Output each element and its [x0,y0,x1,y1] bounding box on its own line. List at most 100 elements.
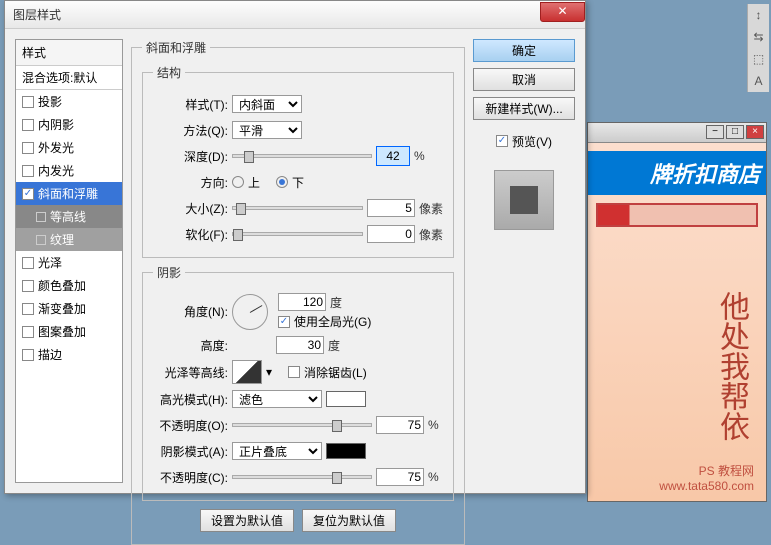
right-toolbar: ↕ ⇆ ⬚ A [747,4,769,92]
reset-default-button[interactable]: 复位为默认值 [302,509,396,532]
depth-slider[interactable] [232,154,372,158]
tool-icon-2[interactable]: ⇆ [750,30,767,44]
checkbox-icon[interactable] [22,165,34,177]
dialog-titlebar[interactable]: 图层样式 ✕ [5,1,585,29]
checkbox-icon[interactable] [22,188,34,200]
style-item-pattern-overlay[interactable]: 图案叠加 [16,320,122,343]
dialog-buttons: 确定 取消 新建样式(W)... 预览(V) [473,39,575,483]
style-item-texture[interactable]: 纹理 [16,228,122,251]
structure-legend: 结构 [153,64,185,81]
sh-opacity-input[interactable] [376,468,424,486]
direction-up-radio[interactable] [232,176,244,188]
checkbox-icon[interactable] [22,257,34,269]
soften-slider[interactable] [232,232,363,236]
altitude-input[interactable] [276,336,324,354]
size-slider[interactable] [232,206,363,210]
checkbox-icon[interactable] [22,142,34,154]
technique-label: 方法(Q): [153,122,228,139]
checkbox-icon[interactable] [22,280,34,292]
close-button[interactable]: ✕ [540,2,585,22]
style-item-outer-glow[interactable]: 外发光 [16,136,122,159]
maximize-button[interactable]: □ [726,125,744,139]
style-item-satin[interactable]: 光泽 [16,251,122,274]
style-item-stroke[interactable]: 描边 [16,343,122,366]
new-style-button[interactable]: 新建样式(W)... [473,97,575,120]
style-item-bevel[interactable]: 斜面和浮雕 [16,182,122,205]
angle-label: 角度(N): [153,303,228,320]
depth-input[interactable] [378,147,408,165]
blend-options-item[interactable]: 混合选项:默认 [16,66,122,90]
gloss-label: 光泽等高线: [153,364,228,381]
checkbox-icon[interactable] [22,303,34,315]
chevron-down-icon[interactable]: ▾ [266,365,272,379]
style-label: 样式(T): [153,96,228,113]
checkbox-icon[interactable] [22,96,34,108]
hl-opacity-unit: % [428,418,439,432]
hl-opacity-input[interactable] [376,416,424,434]
style-item-inner-shadow[interactable]: 内阴影 [16,113,122,136]
close-doc-button[interactable]: × [746,125,764,139]
sh-opacity-unit: % [428,470,439,484]
soften-unit: 像素 [419,226,443,243]
style-item-contour[interactable]: 等高线 [16,205,122,228]
preview-label: 预览(V) [512,133,552,150]
minimize-button[interactable]: − [706,125,724,139]
square-icon [36,235,46,245]
depth-label: 深度(D): [153,148,228,165]
size-label: 大小(Z): [153,200,228,217]
ok-button[interactable]: 确定 [473,39,575,62]
style-item-drop-shadow[interactable]: 投影 [16,90,122,113]
sh-color-swatch[interactable] [326,443,366,459]
document-window: − □ × 牌折扣商店 他处我帮依 PS 教程网 www.tata580.com [587,122,767,502]
checkbox-icon[interactable] [22,326,34,338]
altitude-unit: 度 [328,337,340,354]
tool-icon-1[interactable]: ↕ [750,8,767,22]
hl-mode-select[interactable]: 滤色 [232,390,322,408]
style-item-color-overlay[interactable]: 颜色叠加 [16,274,122,297]
sh-opacity-slider[interactable] [232,475,372,479]
calligraphy-text: 他处我帮依 [716,291,746,441]
checkbox-icon[interactable] [22,119,34,131]
shading-fieldset: 阴影 角度(N): 度 使用全局光(G) 高度: [142,264,454,501]
angle-input[interactable] [278,293,326,311]
tool-icon-4[interactable]: A [750,74,767,88]
banner-text: 牌折扣商店 [588,151,766,195]
tool-icon-3[interactable]: ⬚ [750,52,767,66]
settings-panel: 斜面和浮雕 结构 样式(T): 内斜面 方法(Q): 平滑 深度(D): % 方… [131,39,465,483]
dialog-title: 图层样式 [13,6,540,23]
checkbox-icon[interactable] [22,349,34,361]
square-icon [36,212,46,222]
hl-mode-label: 高光模式(H): [153,391,228,408]
cancel-button[interactable]: 取消 [473,68,575,91]
hl-opacity-slider[interactable] [232,423,372,427]
angle-unit: 度 [330,294,342,311]
make-default-button[interactable]: 设置为默认值 [200,509,294,532]
direction-label: 方向: [153,174,228,191]
technique-select[interactable]: 平滑 [232,121,302,139]
doc-titlebar: − □ × [588,123,766,143]
bevel-legend: 斜面和浮雕 [142,39,210,56]
down-label: 下 [292,174,304,191]
direction-down-radio[interactable] [276,176,288,188]
structure-fieldset: 结构 样式(T): 内斜面 方法(Q): 平滑 深度(D): % 方向: 上 下… [142,64,454,258]
antialias-checkbox[interactable] [288,366,300,378]
style-item-inner-glow[interactable]: 内发光 [16,159,122,182]
soften-label: 软化(F): [153,226,228,243]
depth-unit: % [414,149,425,163]
angle-control[interactable] [232,294,268,330]
style-item-gradient-overlay[interactable]: 渐变叠加 [16,297,122,320]
styles-list: 样式 混合选项:默认 投影 内阴影 外发光 内发光 斜面和浮雕 等高线 纹理 光… [15,39,123,483]
style-select[interactable]: 内斜面 [232,95,302,113]
hl-color-swatch[interactable] [326,391,366,407]
up-label: 上 [248,174,260,191]
size-input[interactable] [367,199,415,217]
styles-header[interactable]: 样式 [16,40,122,66]
soften-input[interactable] [367,225,415,243]
sh-mode-select[interactable]: 正片叠底 [232,442,322,460]
gloss-contour-swatch[interactable] [232,360,262,384]
sh-opacity-label: 不透明度(C): [153,469,228,486]
shading-legend: 阴影 [153,264,185,281]
preview-checkbox[interactable] [496,135,508,147]
size-unit: 像素 [419,200,443,217]
global-light-checkbox[interactable] [278,316,290,328]
